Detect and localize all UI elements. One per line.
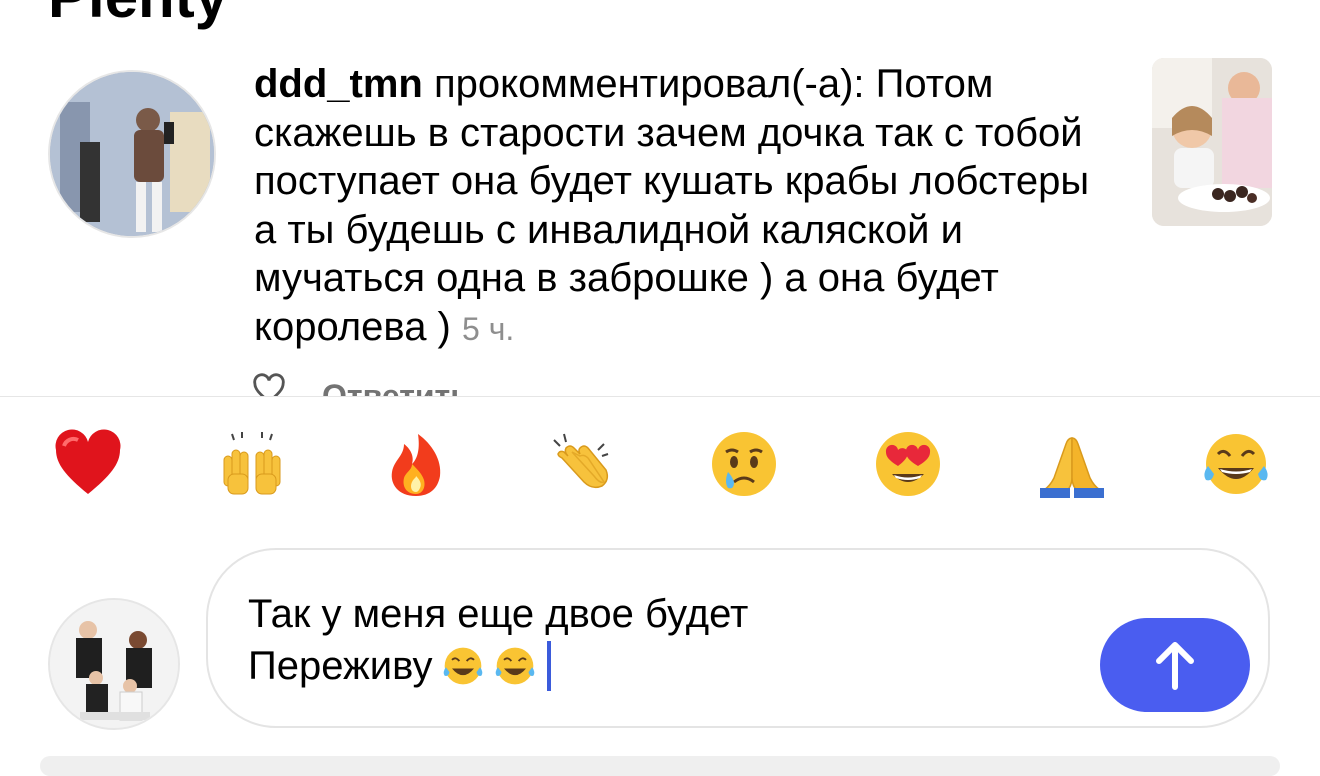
comment-line-2: Переживу bbox=[248, 644, 433, 688]
tears-of-joy-inline-icon bbox=[495, 647, 534, 685]
comment-input[interactable]: Так у меня еще двое будет Переживу bbox=[206, 548, 1270, 728]
notification-time: 5 ч. bbox=[462, 310, 515, 347]
commenter-photo bbox=[50, 72, 214, 236]
notification-text: ddd_tmn прокомментировал(-а): Потом скаж… bbox=[254, 60, 1114, 353]
comment-input-text[interactable]: Так у меня еще двое будет Переживу bbox=[248, 588, 1088, 692]
heart-emoji[interactable] bbox=[48, 424, 128, 504]
send-button[interactable] bbox=[1100, 618, 1250, 712]
crying-face-emoji[interactable] bbox=[704, 424, 784, 504]
tears-of-joy-inline-icon bbox=[443, 647, 482, 685]
page-title: Plenty bbox=[48, 0, 228, 31]
heart-eyes-emoji[interactable] bbox=[868, 424, 948, 504]
post-photo bbox=[1152, 58, 1272, 226]
raising-hands-emoji[interactable] bbox=[212, 424, 292, 504]
keyboard-top-edge bbox=[40, 756, 1280, 776]
folded-hands-emoji[interactable] bbox=[1032, 424, 1112, 504]
current-user-photo bbox=[50, 600, 178, 728]
comment-actions: Ответить bbox=[252, 372, 470, 396]
comment-line-1: Так у меня еще двое будет bbox=[248, 592, 749, 636]
fire-emoji[interactable] bbox=[376, 424, 456, 504]
text-cursor bbox=[546, 641, 551, 691]
post-thumbnail[interactable] bbox=[1152, 58, 1272, 226]
tears-of-joy-emoji[interactable] bbox=[1196, 424, 1276, 504]
reply-button[interactable]: Ответить bbox=[322, 378, 470, 396]
notification-username[interactable]: ddd_tmn bbox=[254, 62, 423, 106]
arrow-up-icon bbox=[1156, 642, 1194, 690]
commenter-avatar[interactable] bbox=[48, 70, 216, 238]
emoji-reaction-bar bbox=[0, 424, 1320, 514]
current-user-avatar[interactable] bbox=[48, 598, 180, 730]
like-heart-icon[interactable] bbox=[252, 372, 286, 396]
clapping-hands-emoji[interactable] bbox=[540, 424, 620, 504]
